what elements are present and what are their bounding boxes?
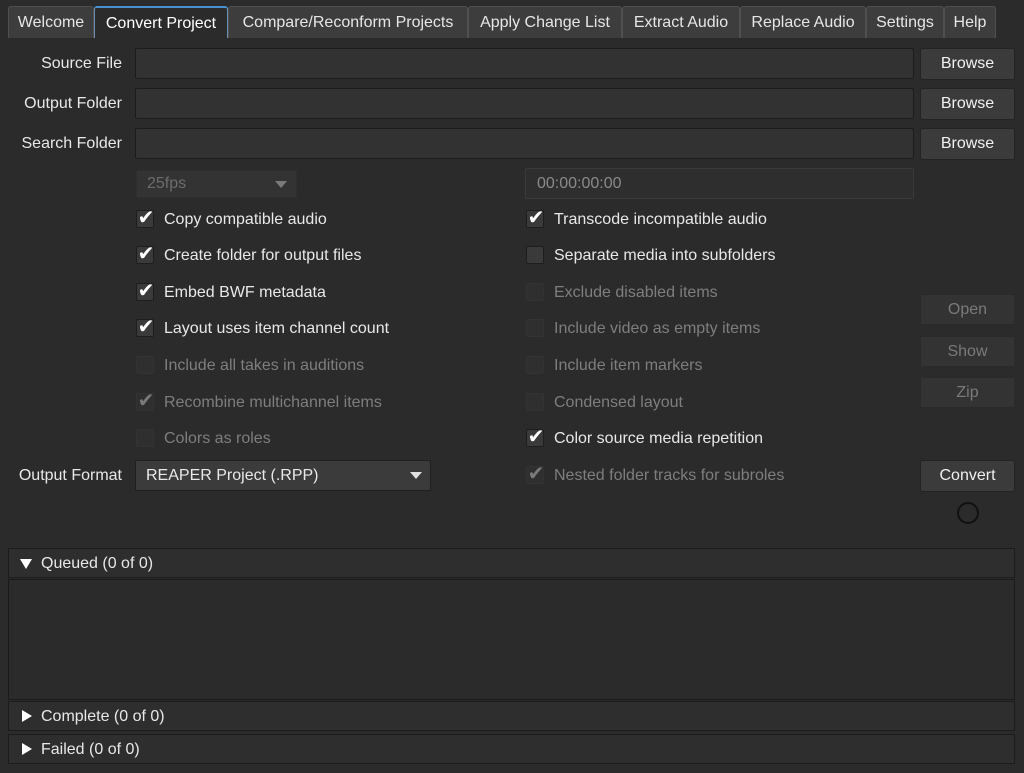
section-failed-header[interactable]: Failed (0 of 0) [8,734,1015,764]
show-button[interactable]: Show [920,336,1015,367]
frame-rate-select[interactable]: 25fps [136,170,297,198]
option-label: Condensed layout [554,394,683,411]
output-format-label: Output Format [18,467,122,484]
tab-welcome[interactable]: Welcome [8,6,94,38]
search-folder-input[interactable] [135,128,914,159]
search-folder-label: Search Folder [21,135,123,152]
option-label: Create folder for output files [164,247,362,264]
checkbox[interactable]: ✔ [136,280,155,302]
option-label: Exclude disabled items [554,284,718,301]
checkbox[interactable]: ✔ [526,207,545,229]
tab-convert-project[interactable]: Convert Project [94,6,228,38]
section-complete-header[interactable]: Complete (0 of 0) [8,701,1015,731]
option-label: Embed BWF metadata [164,284,326,301]
checkbox[interactable] [136,356,154,374]
checkmark-icon: ✔ [137,316,155,338]
option-label: Recombine multichannel items [164,394,382,411]
option-label: Separate media into subfolders [554,247,776,264]
tab-extract-audio[interactable]: Extract Audio [622,6,740,38]
triangle-down-icon [20,559,32,569]
output-folder-browse-button[interactable]: Browse [920,88,1015,120]
open-button[interactable]: Open [920,294,1015,325]
section-complete-label: Complete (0 of 0) [41,708,165,725]
checkbox[interactable]: ✔ [136,390,155,412]
option-label: Colors as roles [164,430,271,447]
progress-indicator-icon [957,502,979,524]
search-folder-browse-button[interactable]: Browse [920,128,1015,160]
checkbox[interactable] [136,429,154,447]
checkbox[interactable] [526,319,544,337]
checkmark-icon: ✔ [137,243,155,265]
tab-settings[interactable]: Settings [866,6,944,38]
checkbox[interactable]: ✔ [136,243,155,265]
chevron-down-icon [275,181,287,188]
checkbox[interactable]: ✔ [526,426,545,448]
checkmark-icon: ✔ [137,280,155,302]
option-label: Transcode incompatible audio [554,211,767,228]
section-failed-label: Failed (0 of 0) [41,741,140,758]
source-file-input[interactable] [135,48,914,79]
output-folder-input[interactable] [135,88,914,119]
chevron-down-icon [410,472,422,479]
tab-help[interactable]: Help [944,6,996,38]
frame-rate-value: 25fps [147,175,187,192]
checkmark-icon: ✔ [527,207,545,229]
queued-list [8,579,1015,700]
convert-button[interactable]: Convert [920,460,1015,492]
checkbox[interactable]: ✔ [136,207,155,229]
triangle-right-icon [22,743,32,755]
option-label: Include video as empty items [554,320,761,337]
checkbox[interactable] [526,283,544,301]
checkbox[interactable]: ✔ [136,316,155,338]
option-label: Layout uses item channel count [164,320,390,337]
output-folder-label: Output Folder [24,95,122,112]
checkmark-icon: ✔ [527,463,545,485]
output-format-select[interactable]: REAPER Project (.RPP) [135,460,431,491]
checkbox[interactable] [526,246,544,264]
section-queued-label: Queued (0 of 0) [41,555,154,572]
option-label: Include item markers [554,357,703,374]
checkbox[interactable]: ✔ [526,463,545,485]
option-label: Color source media repetition [554,430,763,447]
option-label: Nested folder tracks for subroles [554,467,785,484]
option-label: Copy compatible audio [164,211,327,228]
option-label: Include all takes in auditions [164,357,365,374]
checkbox[interactable] [526,356,544,374]
tab-compare-reconform-projects[interactable]: Compare/Reconform Projects [228,6,468,38]
source-file-browse-button[interactable]: Browse [920,48,1015,80]
zip-button[interactable]: Zip [920,377,1015,408]
tab-apply-change-list[interactable]: Apply Change List [468,6,622,38]
tab-replace-audio[interactable]: Replace Audio [740,6,866,38]
output-format-value: REAPER Project (.RPP) [146,467,319,484]
checkbox[interactable] [526,393,544,411]
checkmark-icon: ✔ [137,390,155,412]
checkmark-icon: ✔ [527,426,545,448]
section-queued-header[interactable]: Queued (0 of 0) [8,548,1015,578]
source-file-label: Source File [41,55,122,72]
checkmark-icon: ✔ [137,207,155,229]
start-timecode-input[interactable]: 00:00:00:00 [525,168,914,199]
triangle-right-icon [22,710,32,722]
